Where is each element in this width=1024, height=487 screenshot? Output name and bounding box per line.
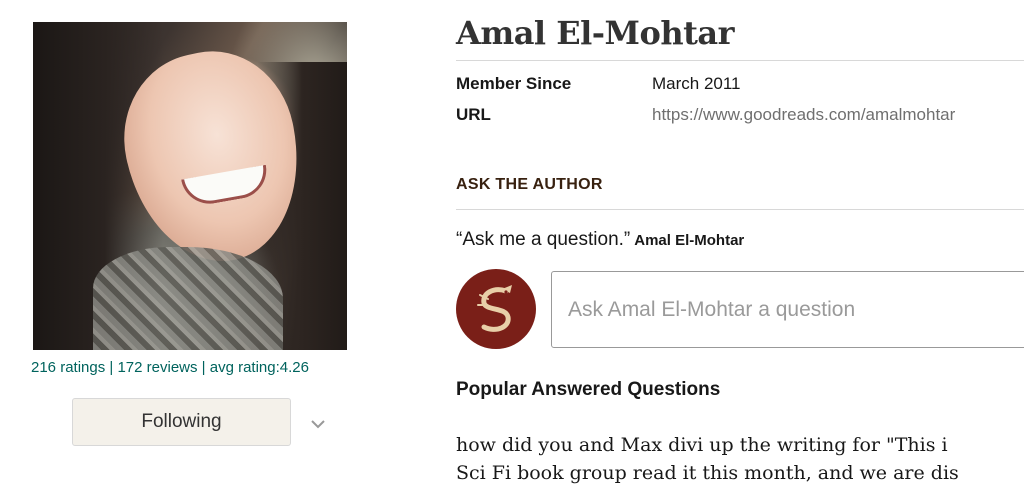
author-url-link[interactable]: https://www.goodreads.com/amalmohtar [652, 105, 955, 125]
question-line: Sci Fi book group read it this month, an… [456, 462, 959, 484]
follow-options-dropdown[interactable] [308, 416, 328, 432]
avg-rating: avg rating:4.26 [209, 359, 309, 376]
quote-text: “Ask me a question.” [456, 229, 631, 250]
divider [456, 60, 1024, 61]
member-since-label: Member Since [456, 74, 572, 93]
ask-question-input[interactable] [551, 271, 1024, 348]
stats-separator: | [197, 359, 210, 376]
following-button[interactable]: Following [72, 398, 291, 446]
ask-quote: “Ask me a question.” Amal El-Mohtar [456, 229, 744, 251]
ratings-link[interactable]: 216 ratings [31, 359, 105, 376]
author-photo[interactable] [33, 22, 347, 350]
url-label: URL [456, 105, 491, 124]
photo-scarf [93, 247, 283, 350]
question-line: how did you and Max divi up the writing … [456, 434, 948, 456]
author-avatar [456, 269, 536, 349]
ask-the-author-heading: ASK THE AUTHOR [456, 176, 603, 193]
chevron-down-icon [311, 420, 325, 429]
dragon-s-logo-icon [477, 285, 512, 332]
quote-author-link[interactable]: Amal El-Mohtar [634, 232, 744, 249]
stats-separator: | [105, 359, 118, 376]
divider [456, 209, 1024, 210]
popular-question[interactable]: how did you and Max divi up the writing … [456, 431, 1024, 487]
following-button-label: Following [141, 411, 222, 432]
member-since-value: March 2011 [652, 74, 741, 93]
author-stats: 216 ratings | 172 reviews | avg rating:4… [31, 359, 351, 376]
reviews-link[interactable]: 172 reviews [117, 359, 197, 376]
author-name: Amal El-Mohtar [456, 14, 734, 52]
popular-questions-heading: Popular Answered Questions [456, 379, 721, 400]
